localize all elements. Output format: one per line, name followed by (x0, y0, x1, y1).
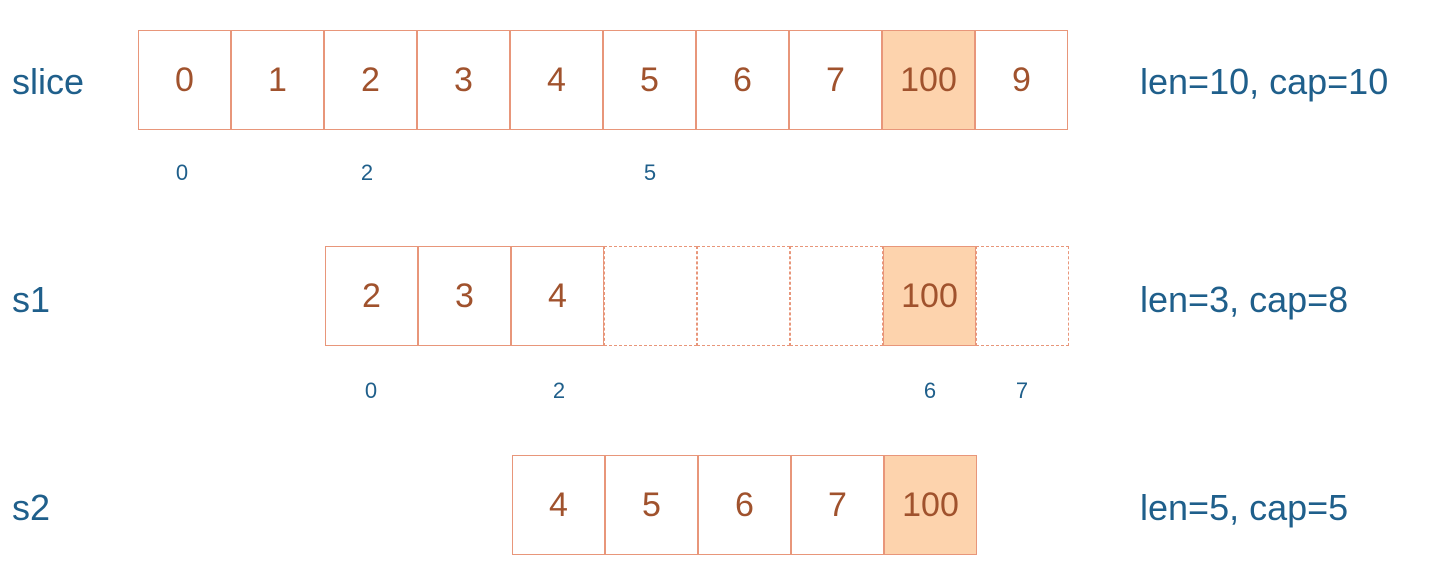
cell: 4 (511, 246, 604, 346)
cell: 9 (975, 30, 1068, 130)
row-label-s2: s2 (12, 487, 51, 528)
cell: 100 (884, 455, 977, 555)
cell: 6 (698, 455, 791, 555)
cell (697, 246, 790, 346)
cell (976, 246, 1069, 346)
cell: 3 (417, 30, 510, 130)
index-label: 2 (360, 160, 374, 185)
cell: 100 (883, 246, 976, 346)
index-label: 0 (175, 160, 189, 185)
cell: 2 (325, 246, 418, 346)
cell (790, 246, 883, 346)
cell: 7 (791, 455, 884, 555)
cell: 3 (418, 246, 511, 346)
cell (604, 246, 697, 346)
cell: 1 (231, 30, 324, 130)
cell: 100 (882, 30, 975, 130)
row-label-slice: slice (12, 61, 85, 102)
slice-len-cap-info: len=10, cap=10 (1140, 61, 1389, 102)
cell: 6 (696, 30, 789, 130)
cell: 4 (512, 455, 605, 555)
index-label: 0 (364, 378, 378, 403)
cell: 2 (324, 30, 417, 130)
row-label-s1: s1 (12, 279, 51, 320)
index-label: 5 (643, 160, 657, 185)
index-label: 6 (923, 378, 937, 403)
index-label: 7 (1015, 378, 1029, 403)
cell: 0 (138, 30, 231, 130)
s2-len-cap-info: len=5, cap=5 (1140, 487, 1349, 528)
s1-len-cap-info: len=3, cap=8 (1140, 279, 1349, 320)
cell: 5 (605, 455, 698, 555)
cell: 7 (789, 30, 882, 130)
index-label: 2 (552, 378, 566, 403)
cell: 5 (603, 30, 696, 130)
cell: 4 (510, 30, 603, 130)
